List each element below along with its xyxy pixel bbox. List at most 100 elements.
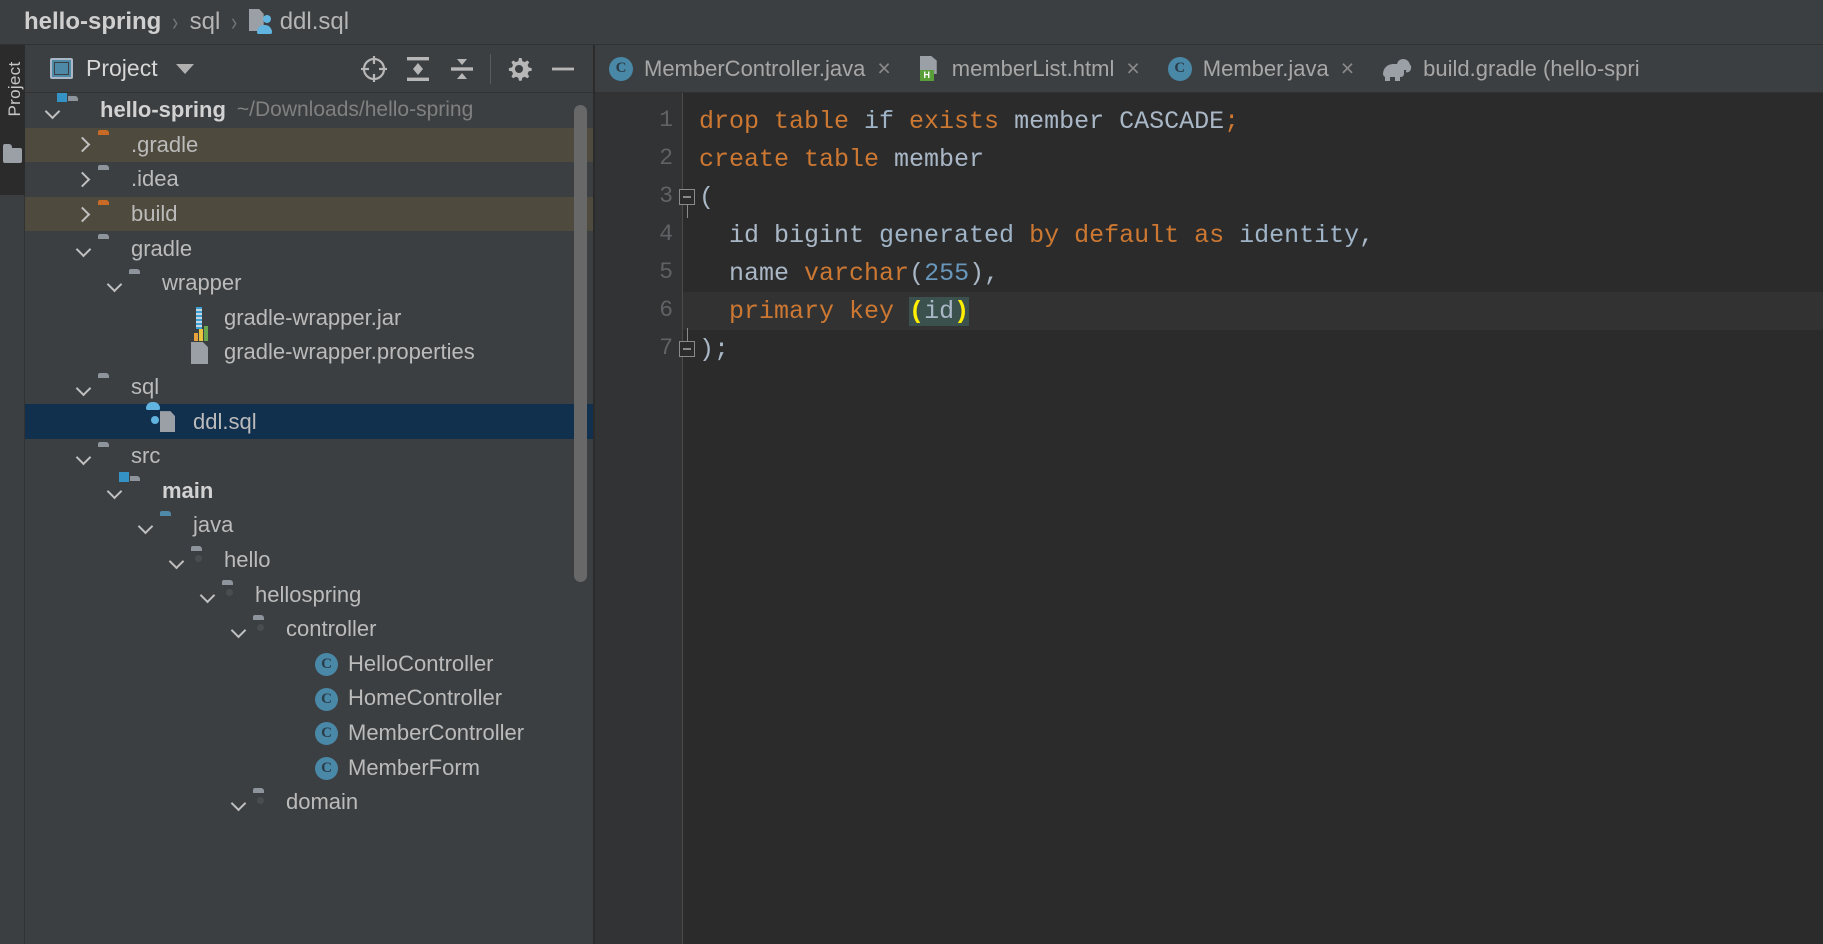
- chevron-down-icon[interactable]: [107, 483, 122, 498]
- expand-all-button[interactable]: [396, 47, 440, 91]
- code-line[interactable]: (: [699, 183, 714, 212]
- tree-node-label: hello-spring: [100, 97, 226, 123]
- close-icon[interactable]: ×: [877, 57, 890, 80]
- tree-node-label: gradle-wrapper.jar: [224, 304, 402, 330]
- code-line[interactable]: primary key (id): [699, 297, 970, 326]
- collapse-all-icon: [451, 58, 473, 79]
- excluded-folder-icon: [98, 134, 122, 155]
- chevron-right-icon[interactable]: [76, 137, 91, 152]
- code-fold-collapse-icon[interactable]: [679, 189, 695, 218]
- chevron-down-icon[interactable]: [45, 103, 60, 118]
- chevron-down-icon[interactable]: [107, 276, 122, 291]
- chevron-down-icon[interactable]: [175, 63, 194, 74]
- tree-node-gradle-wrapper-properties[interactable]: gradle-wrapper.properties: [25, 325, 595, 370]
- code-token: exists: [909, 107, 1015, 136]
- project-tree[interactable]: hello-spring ~/Downloads/hello-spring .gra…: [25, 93, 595, 944]
- jar-file-icon: [191, 307, 215, 328]
- chevron-down-icon[interactable]: [231, 622, 246, 637]
- tree-node-build[interactable]: build: [25, 196, 595, 232]
- code-editor[interactable]: 1 2 3 4 5 6 7 drop table if exists member CASC…: [595, 93, 1823, 944]
- source-folder-icon: [160, 515, 184, 536]
- project-tree-scrollbar[interactable]: [574, 105, 587, 582]
- chevron-down-icon[interactable]: [76, 241, 91, 256]
- tree-node-gradle-wrapper-jar[interactable]: gradle-wrapper.jar: [25, 301, 595, 336]
- close-icon[interactable]: ×: [1126, 57, 1139, 80]
- editor-tab-bar: C MemberController.java × HmemberList.html ×…: [595, 45, 1823, 93]
- tree-node-label: wrapper: [162, 270, 242, 296]
- close-icon[interactable]: ×: [1341, 57, 1354, 80]
- tree-node-sql[interactable]: sql: [25, 370, 595, 405]
- tree-node-controller[interactable]: controller: [25, 612, 595, 647]
- tree-node-idea[interactable]: .idea: [25, 162, 595, 197]
- code-token: 255: [924, 259, 970, 288]
- tree-node-label: java: [193, 512, 234, 538]
- project-view-selector[interactable]: Project: [50, 55, 194, 82]
- code-line[interactable]: create table member: [699, 145, 984, 174]
- settings-button[interactable]: [497, 47, 541, 91]
- code-line[interactable]: drop table if exists member CASCADE;: [699, 107, 1239, 136]
- chevron-down-icon[interactable]: [76, 380, 91, 395]
- editor-tab-build-gradle-hello-spri[interactable]: build.gradle (hello-spri: [1368, 45, 1663, 92]
- tree-node-gradle[interactable]: gradle: [25, 231, 595, 266]
- tree-node-label: hello: [224, 547, 271, 573]
- tree-node-hello[interactable]: hello: [25, 543, 595, 578]
- breadcrumb-file[interactable]: ddl.sql: [280, 8, 349, 36]
- tree-node-main[interactable]: main: [25, 474, 595, 509]
- chevron-down-icon[interactable]: [231, 795, 246, 810]
- code-token: drop table: [699, 107, 865, 136]
- tree-node-ddl-sql[interactable]: ddl.sql: [25, 402, 595, 439]
- tree-node-memberform[interactable]: C MemberForm: [25, 750, 595, 785]
- module-folder-icon: [67, 100, 91, 121]
- chevron-down-icon[interactable]: [138, 518, 153, 533]
- code-token: create table: [699, 145, 895, 174]
- tree-node-homecontroller[interactable]: C HomeController: [25, 681, 595, 716]
- chevron-down-icon[interactable]: [169, 553, 184, 568]
- breadcrumb: hello-spring › sql › ddl.sql: [0, 0, 1823, 45]
- code-token: );: [699, 335, 730, 364]
- code-token: (: [909, 297, 925, 326]
- collapse-all-button[interactable]: [440, 47, 484, 91]
- tree-node-path: ~/Downloads/hello-spring: [236, 98, 474, 122]
- editor-gutter[interactable]: 1 2 3 4 5 6 7: [595, 93, 683, 944]
- code-line[interactable]: id bigint generated by default as identi…: [699, 221, 1374, 250]
- editor-tab-membercontroller-java[interactable]: C MemberController.java ×: [595, 45, 905, 92]
- hide-panel-button[interactable]: [541, 47, 585, 91]
- chevron-right-icon[interactable]: [76, 172, 91, 187]
- line-number: 1: [659, 107, 673, 133]
- tree-node-label: MemberController: [348, 719, 525, 745]
- tool-window-button-project[interactable]: Project: [5, 47, 25, 131]
- chevron-right-icon[interactable]: [76, 207, 91, 222]
- tree-node-label: build: [131, 201, 178, 227]
- tree-node-java[interactable]: java: [25, 508, 595, 543]
- package-icon: [253, 619, 277, 640]
- code-fold-end-icon[interactable]: [679, 328, 695, 357]
- breadcrumb-folder[interactable]: sql: [190, 8, 221, 36]
- breadcrumb-project[interactable]: hello-spring: [24, 8, 161, 36]
- line-number: 5: [659, 259, 673, 285]
- chevron-down-icon[interactable]: [76, 449, 91, 464]
- editor-tab-label: Member.java: [1202, 55, 1329, 81]
- code-token: by default as: [1029, 221, 1240, 250]
- tree-node-wrapper[interactable]: wrapper: [25, 266, 595, 301]
- editor-tab-memberlist-html[interactable]: HmemberList.html ×: [905, 45, 1154, 92]
- tree-node-domain[interactable]: domain: [25, 785, 595, 820]
- tree-node-src[interactable]: src: [25, 439, 595, 474]
- select-opened-file-button[interactable]: [352, 47, 396, 91]
- java-class-icon: C: [609, 56, 633, 81]
- editor-tab-member-java[interactable]: C Member.java ×: [1154, 45, 1368, 92]
- line-number: 4: [659, 221, 673, 247]
- code-line[interactable]: name varchar(255),: [699, 259, 999, 288]
- tree-node-label: gradle-wrapper.properties: [224, 339, 475, 365]
- tree-node-hello-spring[interactable]: hello-spring ~/Downloads/hello-spring: [25, 93, 595, 128]
- tree-node-hellocontroller[interactable]: C HelloController: [25, 647, 595, 682]
- project-panel-title: Project: [86, 55, 158, 81]
- chevron-down-icon[interactable]: [200, 587, 215, 602]
- tree-node-gradle[interactable]: .gradle: [25, 127, 595, 163]
- tree-node-hellospring[interactable]: hellospring: [25, 577, 595, 612]
- code-token: ),: [969, 259, 1000, 288]
- tree-node-membercontroller[interactable]: C MemberController: [25, 716, 595, 751]
- tree-node-label: ddl.sql: [193, 408, 257, 434]
- code-line[interactable]: );: [699, 335, 729, 364]
